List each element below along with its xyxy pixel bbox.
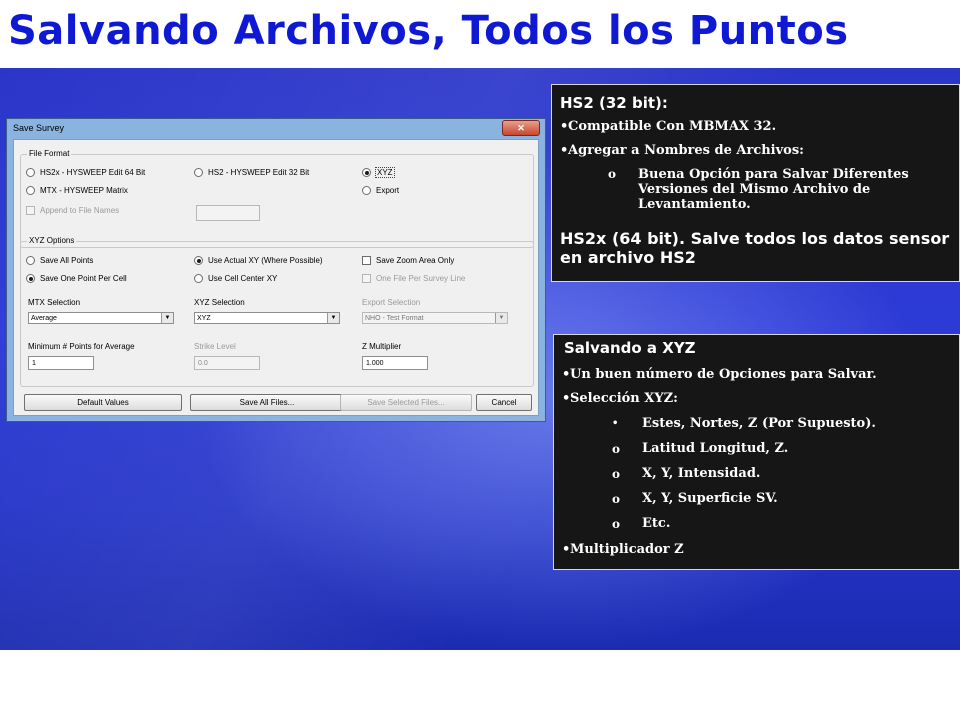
- hs2-heading: HS2 (32 bit):: [560, 94, 668, 112]
- hs2-subitem-versions: Buena Opción para Salvar Diferentes Vers…: [638, 167, 909, 212]
- xyz-radio-label: XYZ: [375, 167, 395, 178]
- sub-bullet-icon: o: [612, 467, 621, 481]
- save-zoom-checkbox[interactable]: Save Zoom Area Only: [362, 256, 454, 265]
- hs2x-radio[interactable]: HS2x - HYSWEEP Edit 64 Bit: [26, 168, 145, 177]
- z-multiplier-value: 1.000: [366, 360, 384, 367]
- export-radio-label: Export: [376, 186, 400, 195]
- xyz-subitem-etc: Etc.: [642, 516, 671, 531]
- export-selection-label: Export Selection: [362, 298, 421, 307]
- dialog-title: Save Survey: [13, 123, 65, 133]
- sub-bullet-icon: o: [612, 492, 621, 506]
- append-checkbox[interactable]: Append to File Names: [26, 206, 119, 215]
- xyz-subitem-surface-sv: X, Y, Superficie SV.: [642, 491, 778, 506]
- save-all-files-button[interactable]: Save All Files...: [190, 394, 344, 411]
- radio-selected-icon: [362, 168, 371, 177]
- dialog-titlebar: Save Survey ✕: [7, 119, 545, 139]
- radio-selected-icon: [194, 256, 203, 265]
- slide-title: Salvando Archivos, Todos los Puntos: [8, 8, 849, 54]
- xyz-selection-dropdown[interactable]: XYZ ▼: [194, 312, 340, 324]
- xyz-item-selection: Selección XYZ:: [570, 391, 678, 406]
- xyz-selection-label: XYZ Selection: [194, 298, 245, 307]
- xyz-subitem-estes: Estes, Nortes, Z (Por Supuesto).: [642, 416, 876, 431]
- xyz-subitem-latlon: Latitud Longitud, Z.: [642, 441, 789, 456]
- xyz-info-panel: Salvando a XYZ • Un buen número de Opcio…: [553, 334, 960, 570]
- z-multiplier-label: Z Multiplier: [362, 342, 402, 351]
- hs2-info-panel: HS2 (32 bit): • Compatible Con MBMAX 32.…: [551, 84, 960, 282]
- mtx-selection-value: Average: [31, 315, 57, 322]
- checkbox-icon: [26, 206, 35, 215]
- use-actual-xy-radio[interactable]: Use Actual XY (Where Possible): [194, 256, 323, 265]
- xyz-subitem-intensity: X, Y, Intensidad.: [642, 466, 761, 481]
- close-button[interactable]: ✕: [502, 120, 540, 136]
- chevron-down-icon: ▼: [161, 313, 173, 323]
- min-points-label: Minimum # Points for Average: [28, 342, 135, 351]
- xyz-radio[interactable]: XYZ: [362, 167, 395, 178]
- hs2-item-append: Agregar a Nombres de Archivos:: [568, 143, 804, 158]
- min-points-field[interactable]: 1: [28, 356, 94, 370]
- cancel-button[interactable]: Cancel: [476, 394, 532, 411]
- save-all-points-label: Save All Points: [40, 256, 94, 265]
- radio-icon: [26, 168, 35, 177]
- append-text-field[interactable]: [196, 205, 260, 221]
- slide-background: Save Survey ✕ File Format HS2x - HYSWEEP…: [0, 68, 960, 650]
- mtx-radio[interactable]: MTX - HYSWEEP Matrix: [26, 186, 128, 195]
- chevron-down-icon: ▼: [327, 313, 339, 323]
- radio-icon: [26, 186, 35, 195]
- file-format-label: File Format: [27, 149, 72, 158]
- append-checkbox-label: Append to File Names: [40, 206, 120, 215]
- hs2-radio-label: HS2 - HYSWEEP Edit 32 Bit: [208, 168, 310, 177]
- strike-level-label: Strike Level: [194, 342, 236, 351]
- hs2-item-compatible: Compatible Con MBMAX 32.: [568, 119, 777, 134]
- sub-bullet-icon: o: [612, 517, 621, 531]
- radio-icon: [194, 274, 203, 283]
- use-cell-center-label: Use Cell Center XY: [208, 274, 278, 283]
- default-values-button[interactable]: Default Values: [24, 394, 182, 411]
- sub-bullet-icon: o: [612, 442, 621, 456]
- export-selection-dropdown[interactable]: NHO - Test Format ▼: [362, 312, 508, 324]
- xyz-heading: Salvando a XYZ: [564, 339, 696, 357]
- xyz-selection-value: XYZ: [197, 315, 211, 322]
- radio-icon: [362, 186, 371, 195]
- save-one-point-label: Save One Point Per Cell: [40, 274, 127, 283]
- xyz-item-options: Un buen número de Opciones para Salvar.: [570, 367, 877, 382]
- save-zoom-label: Save Zoom Area Only: [376, 256, 455, 265]
- radio-selected-icon: [26, 274, 35, 283]
- xyz-item-z-multiplier: Multiplicador Z: [570, 542, 684, 557]
- bullet-icon: •: [612, 418, 619, 429]
- radio-icon: [194, 168, 203, 177]
- one-file-per-line-label: One File Per Survey Line: [376, 274, 466, 283]
- hs2x-note: HS2x (64 bit). Salve todos los datos sen…: [560, 229, 950, 267]
- checkbox-icon: [362, 274, 371, 283]
- xyz-options-label: XYZ Options: [27, 236, 77, 245]
- save-all-points-radio[interactable]: Save All Points: [26, 256, 93, 265]
- checkbox-icon: [362, 256, 371, 265]
- z-multiplier-field[interactable]: 1.000: [362, 356, 428, 370]
- use-actual-xy-label: Use Actual XY (Where Possible): [208, 256, 323, 265]
- use-cell-center-radio[interactable]: Use Cell Center XY: [194, 274, 277, 283]
- mtx-selection-dropdown[interactable]: Average ▼: [28, 312, 174, 324]
- min-points-value: 1: [32, 360, 36, 367]
- mtx-selection-label: MTX Selection: [28, 298, 81, 307]
- export-selection-value: NHO - Test Format: [365, 315, 424, 322]
- save-survey-dialog: Save Survey ✕ File Format HS2x - HYSWEEP…: [6, 118, 546, 422]
- one-file-per-line-checkbox[interactable]: One File Per Survey Line: [362, 274, 465, 283]
- hs2-radio[interactable]: HS2 - HYSWEEP Edit 32 Bit: [194, 168, 309, 177]
- dialog-body: File Format HS2x - HYSWEEP Edit 64 Bit H…: [13, 139, 539, 416]
- strike-level-field[interactable]: 0.0: [194, 356, 260, 370]
- radio-icon: [26, 256, 35, 265]
- chevron-down-icon: ▼: [495, 313, 507, 323]
- strike-level-value: 0.0: [198, 360, 208, 367]
- mtx-radio-label: MTX - HYSWEEP Matrix: [40, 186, 128, 195]
- export-radio[interactable]: Export: [362, 186, 399, 195]
- hs2x-radio-label: HS2x - HYSWEEP Edit 64 Bit: [40, 168, 146, 177]
- save-one-point-radio[interactable]: Save One Point Per Cell: [26, 274, 127, 283]
- sub-bullet-icon: o: [608, 167, 617, 181]
- save-selected-files-button[interactable]: Save Selected Files...: [340, 394, 472, 411]
